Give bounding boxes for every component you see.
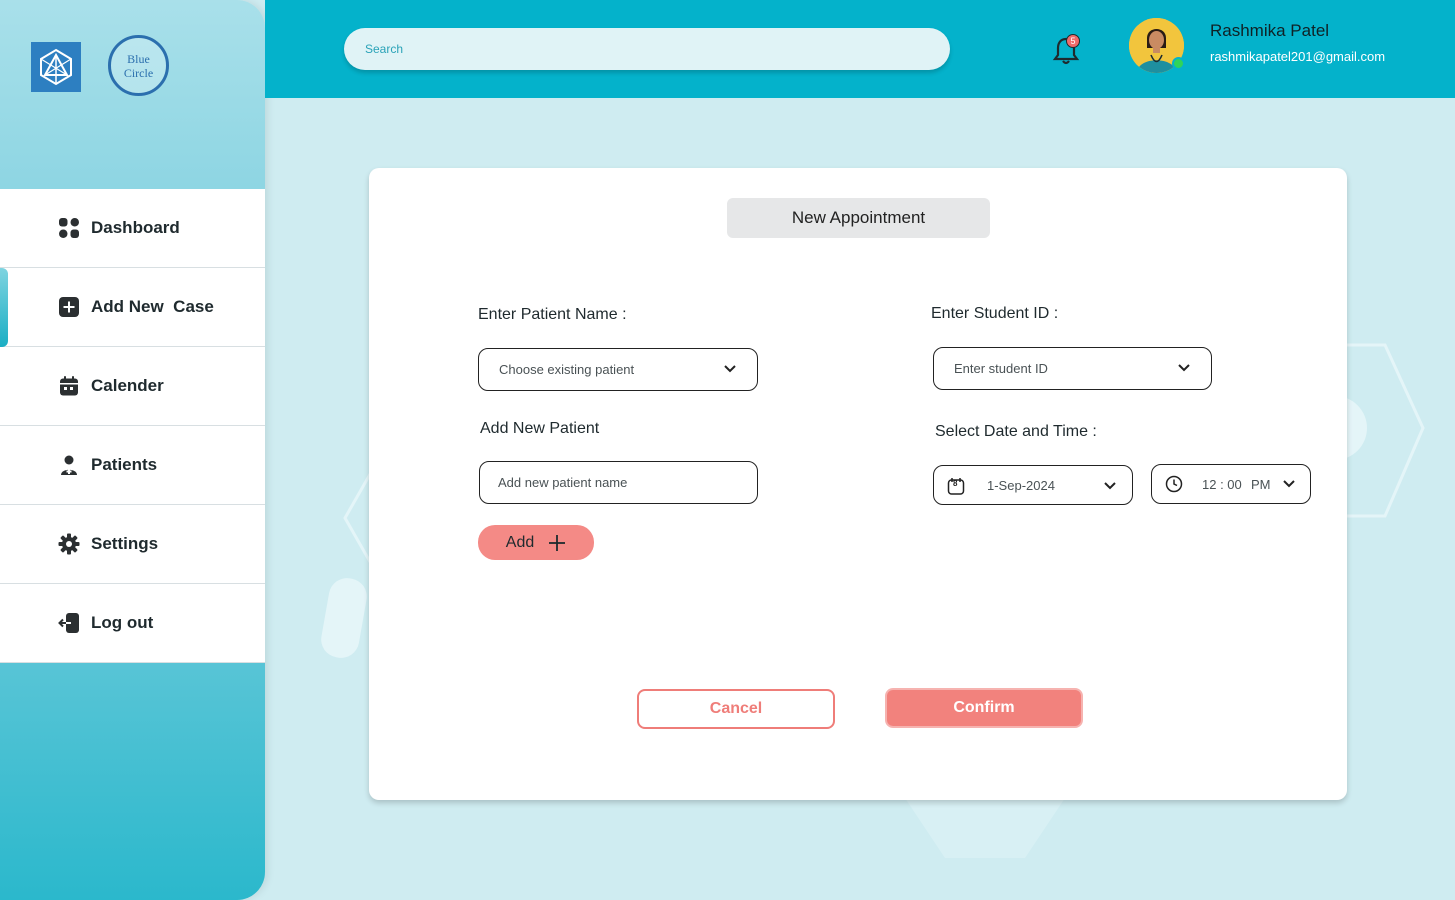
notification-badge: 5 (1066, 34, 1080, 48)
sidebar-item-log-out[interactable]: Log out (0, 584, 265, 663)
chevron-down-icon (1104, 482, 1116, 490)
student-id-label: Enter Student ID : (931, 305, 1059, 322)
cancel-button[interactable]: Cancel (637, 689, 835, 729)
calendar-icon (58, 375, 80, 397)
chevron-down-icon (724, 365, 736, 373)
patient-icon (58, 454, 80, 476)
online-status-indicator (1172, 57, 1185, 70)
search-input[interactable] (344, 28, 950, 70)
logout-icon (58, 612, 80, 634)
patient-name-label: Enter Patient Name : (478, 306, 627, 323)
time-period: PM (1251, 477, 1271, 492)
student-id-select-value: Enter student ID (954, 361, 1048, 376)
confirm-button[interactable]: Confirm (885, 688, 1083, 728)
plus-square-icon (58, 296, 80, 318)
sidebar-item-calender[interactable]: Calender (0, 347, 265, 426)
sidebar-item-label: Calender (91, 376, 164, 395)
user-email: rashmikapatel201@gmail.com (1210, 49, 1386, 64)
blue-circle-logo: Blue Circle (108, 35, 169, 96)
top-header: 5 Rashmika Patel rashmikapatel201@gmail.… (265, 0, 1455, 98)
clock-icon (1165, 475, 1183, 493)
dashboard-grid-icon (58, 217, 80, 239)
student-id-select[interactable]: Enter student ID (933, 347, 1212, 390)
sidebar-item-dashboard[interactable]: Dashboard (0, 189, 265, 268)
sidebar-item-label: Log out (91, 613, 154, 632)
existing-patient-select-value: Choose existing patient (499, 362, 635, 377)
time-select[interactable]: 12 : 00 PM (1151, 464, 1311, 504)
sidebar-item-patients[interactable]: Patients (0, 426, 265, 505)
add-new-patient-label: Add New Patient (480, 420, 600, 437)
page-title: New Appointment (727, 198, 990, 238)
sidebar-item-label: Settings (91, 534, 159, 553)
date-value: 1-Sep-2024 (987, 478, 1055, 493)
existing-patient-select[interactable]: Choose existing patient (478, 348, 758, 391)
brand-logo-icon (31, 42, 81, 92)
new-appointment-card: New Appointment Enter Patient Name : Cho… (369, 168, 1347, 800)
add-button-label: Add (505, 533, 535, 551)
sidebar-item-add-new-case[interactable]: Add New Case (0, 268, 265, 347)
date-select[interactable]: 8 1-Sep-2024 (933, 465, 1133, 505)
add-patient-button[interactable]: Add (478, 525, 594, 560)
sidebar-item-label: Add New Case (91, 297, 214, 316)
plus-icon (549, 534, 566, 551)
date-time-label: Select Date and Time : (935, 423, 1097, 440)
sidebar-item-label: Dashboard (91, 218, 180, 237)
chevron-down-icon (1178, 364, 1190, 372)
sidebar-nav: Dashboard Add New Case Calender Patients… (0, 189, 265, 663)
sidebar-item-settings[interactable]: Settings (0, 505, 265, 584)
sidebar-item-label: Patients (91, 455, 158, 474)
chevron-down-icon (1283, 480, 1295, 488)
sidebar: Blue Circle Dashboard Add New Case Calen… (0, 0, 265, 900)
calendar-day-number: 8 (953, 479, 958, 488)
gear-icon (58, 533, 80, 555)
time-value: 12 : 00 (1202, 477, 1242, 492)
user-name: Rashmika Patel (1210, 21, 1330, 40)
new-patient-name-input[interactable] (479, 461, 758, 504)
